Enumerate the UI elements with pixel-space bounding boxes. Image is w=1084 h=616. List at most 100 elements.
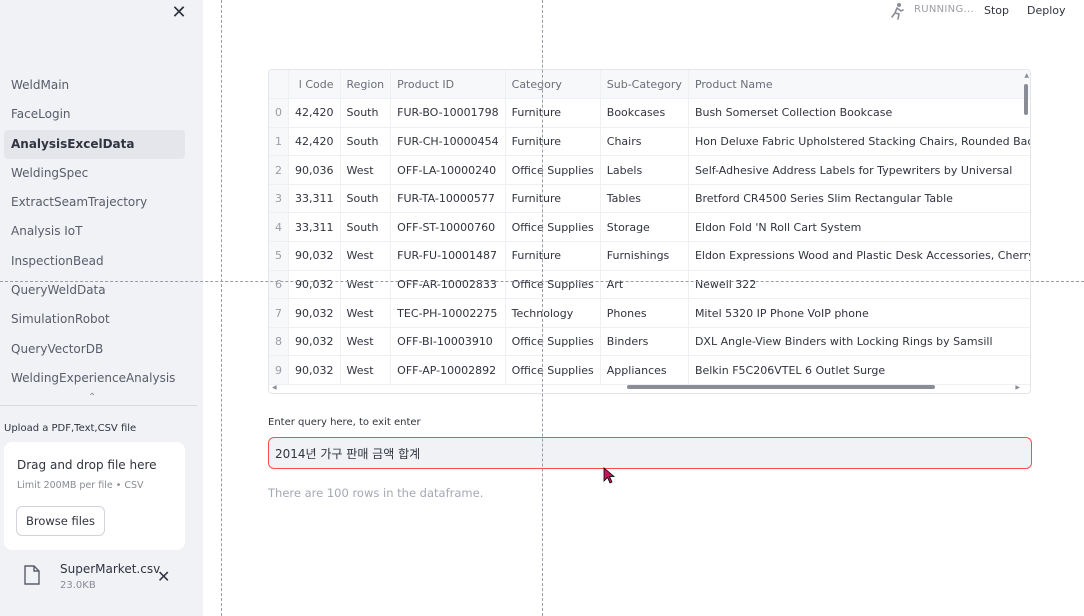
table-cell[interactable]: West	[340, 270, 392, 300]
table-cell[interactable]: 42,420	[288, 98, 341, 128]
sidebar-nav-item[interactable]: QueryVectorDB	[4, 335, 185, 364]
table-row[interactable]: 7 90,032 West TEC-PH-10002275 Technology Phon…	[269, 298, 1030, 328]
table-cell[interactable]: Office Supplies	[505, 327, 601, 357]
column-header[interactable]: Region	[340, 70, 392, 100]
table-row[interactable]: 2 90,036 West OFF-LA-10000240 Office Supplie…	[269, 155, 1030, 185]
table-cell[interactable]: West	[340, 355, 392, 386]
table-cell[interactable]: 90,032	[288, 355, 341, 386]
table-row[interactable]: 5 90,032 West FUR-FU-10001487 Furniture Furni…	[269, 241, 1030, 271]
table-cell[interactable]: South	[340, 127, 392, 157]
sidebar-nav-item[interactable]: AnalysisExcelData	[4, 129, 185, 159]
table-cell[interactable]: South	[340, 184, 392, 214]
table-cell[interactable]: Furniture	[505, 184, 601, 214]
table-row[interactable]: 1 42,420 South FUR-CH-10000454 Furniture Chai…	[269, 127, 1030, 157]
table-cell[interactable]: 42,420	[288, 127, 341, 157]
stop-button[interactable]: Stop	[984, 4, 1009, 17]
table-cell[interactable]: South	[340, 212, 392, 243]
row-index[interactable]: 6	[269, 270, 289, 300]
table-cell[interactable]: FUR-FU-10001487	[390, 241, 506, 271]
row-index[interactable]: 7	[269, 298, 289, 328]
chevron-up-icon[interactable]: ⌃	[88, 392, 96, 403]
browse-files-button[interactable]: Browse files	[16, 506, 105, 536]
table-cell[interactable]: Furniture	[505, 241, 601, 271]
table-cell[interactable]: Appliances	[600, 355, 689, 386]
table-cell[interactable]: Belkin F5C206VTEL 6 Outlet Surge	[688, 355, 1030, 386]
table-cell[interactable]: Office Supplies	[505, 212, 601, 243]
table-cell[interactable]: OFF-LA-10000240	[390, 155, 506, 185]
table-cell[interactable]: Bookcases	[600, 98, 689, 128]
table-cell[interactable]: Mitel 5320 IP Phone VoIP phone	[688, 298, 1030, 328]
dataframe[interactable]: l Code Region Product ID Category Sub-Catego…	[268, 69, 1031, 394]
file-dropzone[interactable]: Drag and drop file here Limit 200MB per …	[4, 442, 185, 550]
table-cell[interactable]: 33,311	[288, 212, 341, 243]
scroll-left-arrow-icon[interactable]: ◀	[272, 384, 277, 391]
table-row[interactable]: 0 42,420 South FUR-BO-10001798 Furniture Book…	[269, 98, 1030, 128]
sidebar-nav-item[interactable]: InspectionBead	[4, 247, 185, 276]
row-index[interactable]: 4	[269, 212, 289, 243]
row-index[interactable]: 8	[269, 327, 289, 357]
table-cell[interactable]: Binders	[600, 327, 689, 357]
table-cell[interactable]: West	[340, 155, 392, 185]
main-menu-icon[interactable]: ⋮	[1078, 1, 1084, 17]
table-cell[interactable]: Self-Adhesive Address Labels for Typewri…	[688, 155, 1030, 185]
table-cell[interactable]: TEC-PH-10002275	[390, 298, 506, 328]
row-index[interactable]: 1	[269, 127, 289, 157]
table-cell[interactable]: Phones	[600, 298, 689, 328]
sidebar-nav-item[interactable]: ExtractSeamTrajectory	[4, 188, 185, 217]
sidebar-nav-item[interactable]: Analysis IoT	[4, 217, 185, 246]
table-cell[interactable]: Bretford CR4500 Series Slim Rectangular …	[688, 184, 1030, 214]
table-cell[interactable]: Art	[600, 270, 689, 300]
scroll-right-arrow-icon[interactable]: ▶	[1015, 384, 1020, 391]
table-row[interactable]: 4 33,311 South OFF-ST-10000760 Office Suppli…	[269, 212, 1030, 243]
table-cell[interactable]: Technology	[505, 298, 601, 328]
table-cell[interactable]: 90,036	[288, 155, 341, 185]
table-cell[interactable]: Office Supplies	[505, 155, 601, 185]
sidebar-nav-item[interactable]: WeldingExperienceAnalysis	[4, 364, 185, 393]
horizontal-scrollbar[interactable]	[627, 385, 935, 389]
table-cell[interactable]: OFF-AR-10002833	[390, 270, 506, 300]
table-cell[interactable]: West	[340, 298, 392, 328]
sidebar-nav-item[interactable]: SimulationRobot	[4, 305, 185, 334]
sidebar-nav-item[interactable]: FaceLogin	[4, 100, 185, 129]
row-index[interactable]: 2	[269, 155, 289, 185]
scroll-up-arrow-icon[interactable]: ▲	[1024, 72, 1029, 79]
table-row[interactable]: 8 90,032 West OFF-BI-10003910 Office Supplie…	[269, 327, 1030, 357]
table-cell[interactable]: 90,032	[288, 298, 341, 328]
column-header[interactable]: l Code	[288, 70, 341, 100]
table-cell[interactable]: South	[340, 98, 392, 128]
table-cell[interactable]: West	[340, 327, 392, 357]
table-cell[interactable]: 90,032	[288, 241, 341, 271]
row-index[interactable]: 3	[269, 184, 289, 214]
table-cell[interactable]: 33,311	[288, 184, 341, 214]
row-index[interactable]: 5	[269, 241, 289, 271]
table-cell[interactable]: OFF-AP-10002892	[390, 355, 506, 386]
sidebar-nav-item[interactable]: WeldingSpec	[4, 159, 185, 188]
table-cell[interactable]: FUR-TA-10000577	[390, 184, 506, 214]
table-cell[interactable]: OFF-BI-10003910	[390, 327, 506, 357]
table-cell[interactable]: Furniture	[505, 127, 601, 157]
deploy-button[interactable]: Deploy	[1027, 4, 1066, 17]
close-sidebar-icon[interactable]: ✕	[170, 2, 188, 23]
column-header[interactable]	[269, 70, 289, 100]
table-row[interactable]: 3 33,311 South FUR-TA-10000577 Furniture Tabl…	[269, 184, 1030, 214]
table-cell[interactable]: FUR-CH-10000454	[390, 127, 506, 157]
table-cell[interactable]: Bush Somerset Collection Bookcase	[688, 98, 1030, 128]
table-row[interactable]: 9 90,032 West OFF-AP-10002892 Office Supplie…	[269, 355, 1030, 386]
table-cell[interactable]: DXL Angle-View Binders with Locking Ring…	[688, 327, 1030, 357]
table-cell[interactable]: Chairs	[600, 127, 689, 157]
query-input[interactable]	[268, 437, 1032, 469]
table-cell[interactable]: FUR-BO-10001798	[390, 98, 506, 128]
table-cell[interactable]: 90,032	[288, 270, 341, 300]
table-cell[interactable]: Eldon Fold 'N Roll Cart System	[688, 212, 1030, 243]
sidebar-nav-item[interactable]: WeldMain	[4, 71, 185, 100]
remove-file-icon[interactable]: ✕	[157, 567, 170, 586]
column-header[interactable]: Product Name	[688, 70, 1030, 100]
row-index[interactable]: 9	[269, 355, 289, 386]
column-header[interactable]: Product ID	[390, 70, 506, 100]
vertical-scrollbar[interactable]	[1024, 84, 1028, 115]
table-cell[interactable]: Furniture	[505, 98, 601, 128]
table-cell[interactable]: Labels	[600, 155, 689, 185]
table-cell[interactable]: Office Supplies	[505, 270, 601, 300]
table-row[interactable]: 6 90,032 West OFF-AR-10002833 Office Supplie…	[269, 270, 1030, 300]
table-cell[interactable]: Storage	[600, 212, 689, 243]
